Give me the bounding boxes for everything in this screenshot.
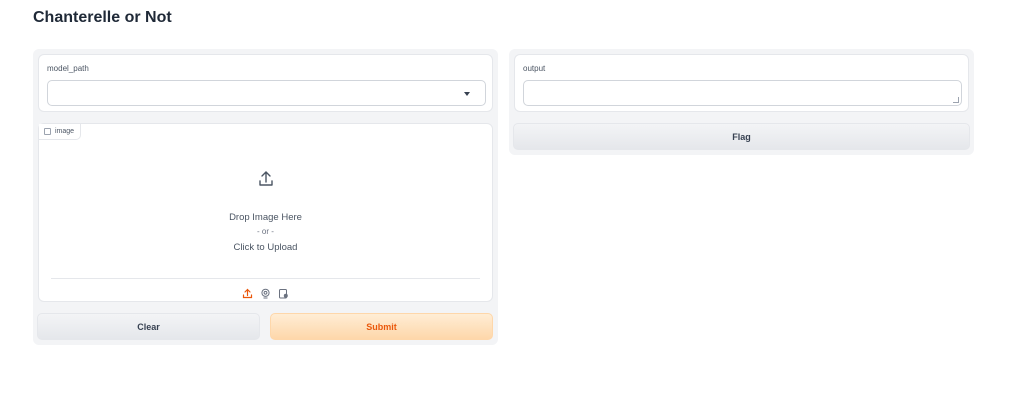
drop-image-text: Drop Image Here [229,212,302,223]
upload-icon [259,171,273,186]
divider [51,278,480,279]
flag-button[interactable]: Flag [513,123,970,150]
output-panel: output Flag [509,49,974,155]
clear-button[interactable]: Clear [37,313,260,340]
image-icon [44,128,51,135]
click-to-upload-text: Click to Upload [233,242,298,253]
output-textbox[interactable] [523,80,962,106]
webcam-icon[interactable] [260,286,271,299]
submit-button[interactable]: Submit [270,313,493,340]
clipboard-icon[interactable] [278,286,289,299]
image-label: image [55,128,75,135]
chevron-down-icon [464,92,470,96]
image-source-selector [39,286,492,299]
or-text: - or - [257,227,274,236]
upload-source-icon[interactable] [242,286,253,299]
image-block: image Drop Image Here - or - Click to Up… [38,123,493,302]
model-path-dropdown[interactable] [47,80,486,106]
image-upload-dropzone[interactable]: Drop Image Here - or - Click to Upload [39,140,492,276]
output-label: output [523,64,546,73]
image-label-badge: image [39,124,82,140]
model-path-block: model_path [38,54,493,112]
resize-handle-icon[interactable] [953,97,959,103]
page-title: Chanterelle or Not [33,9,172,26]
output-block: output [514,54,969,112]
input-panel: model_path image Drop Image Here - or - … [33,49,498,345]
model-path-label: model_path [47,64,89,73]
